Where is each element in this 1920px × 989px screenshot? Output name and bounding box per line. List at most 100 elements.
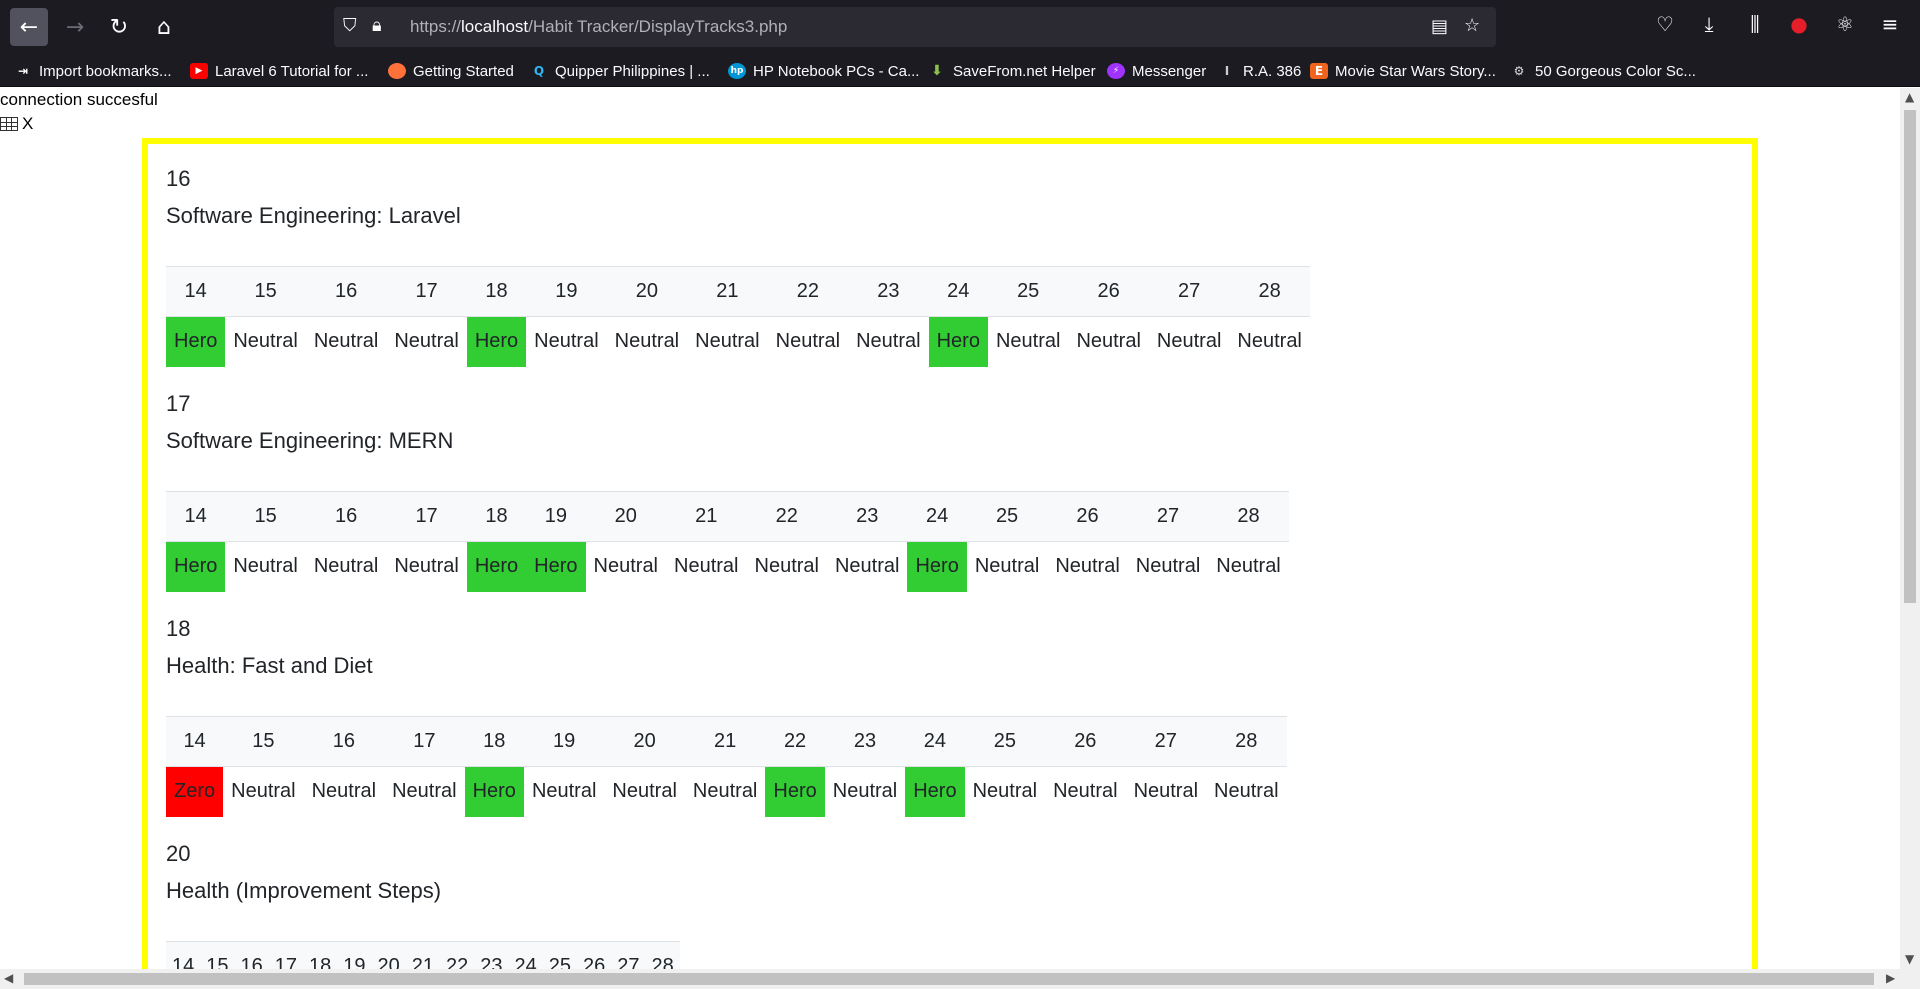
day-header: 25 bbox=[987, 266, 1069, 317]
habit-id: 18 bbox=[166, 616, 191, 641]
bookmark-quipper[interactable]: Q Quipper Philippines | ... bbox=[530, 60, 710, 82]
status-cell: Neutral bbox=[695, 330, 760, 353]
day-header: 17 bbox=[386, 266, 467, 317]
reload-icon[interactable]: ↻ bbox=[100, 8, 138, 46]
day-header: 23 bbox=[474, 941, 509, 969]
day-header: 20 bbox=[604, 716, 685, 767]
status-cell: Hero bbox=[905, 766, 965, 817]
day-header: 27 bbox=[1127, 491, 1209, 542]
day-header: 23 bbox=[848, 266, 929, 317]
day-header: 23 bbox=[826, 491, 908, 542]
bookmark-laravel[interactable]: ▶ Laravel 6 Tutorial for ... bbox=[190, 60, 368, 82]
bookmark-savefrom[interactable]: ⬇ SaveFrom.net Helper bbox=[928, 60, 1095, 82]
day-header: 26 bbox=[1045, 716, 1126, 767]
day-header: 14 bbox=[166, 266, 226, 317]
day-header: 19 bbox=[526, 491, 586, 542]
vertical-scroll-thumb[interactable] bbox=[1904, 110, 1916, 603]
bookmark-label: HP Notebook PCs - Ca... bbox=[753, 62, 920, 80]
day-header: 15 bbox=[225, 491, 306, 542]
table-link-label: X bbox=[22, 114, 34, 133]
reader-view-icon[interactable]: ▤ bbox=[1431, 16, 1448, 37]
status-cell: Neutral bbox=[1214, 780, 1279, 803]
day-header: 25 bbox=[964, 716, 1046, 767]
day-header: 22 bbox=[746, 491, 827, 542]
status-cell: Neutral bbox=[233, 330, 298, 353]
day-header: 14 bbox=[166, 941, 201, 969]
lock-icon[interactable]: 🔒︎ bbox=[372, 15, 382, 36]
text-cursor-icon: I bbox=[1224, 64, 1230, 78]
forward-icon[interactable]: → bbox=[56, 8, 94, 46]
day-header-row: 14 15 16 17 18 19 20 21 22 23 24 25 26 27 28 bbox=[166, 716, 1287, 767]
day-header: 17 bbox=[268, 941, 303, 969]
day-header: 21 bbox=[684, 716, 766, 767]
address-bar[interactable]: ⛉ 🔒︎ https://localhost/Habit Tracker/Dis… bbox=[334, 7, 1496, 47]
status-cell: Neutral bbox=[394, 555, 459, 578]
day-header: 19 bbox=[337, 941, 372, 969]
tracks-container: 16 Software Engineering: Laravel 14 15 16 17 1… bbox=[142, 138, 1758, 969]
day-header: 25 bbox=[966, 491, 1048, 542]
day-header: 24 bbox=[928, 266, 988, 317]
url-text[interactable]: https://localhost/Habit Tracker/DisplayT… bbox=[410, 17, 787, 37]
bookmark-messenger[interactable]: ⚡ Messenger bbox=[1107, 60, 1206, 82]
day-header: 18 bbox=[303, 941, 338, 969]
bookmark-star-icon[interactable]: ☆ bbox=[1464, 15, 1480, 36]
day-header: 24 bbox=[907, 491, 967, 542]
scroll-up-icon[interactable]: ▲ bbox=[1905, 90, 1914, 104]
firefox-icon bbox=[388, 63, 406, 79]
downloads-icon[interactable]: ⤓ bbox=[1694, 12, 1724, 36]
page-content: connection succesful X 16 Software Engine… bbox=[0, 88, 1900, 969]
habit-section: 20 Health (Improvement Steps) 14 15 16 17 18 19… bbox=[166, 841, 1586, 969]
day-header: 17 bbox=[384, 716, 465, 767]
scroll-down-icon[interactable]: ▼ bbox=[1905, 952, 1914, 966]
library-icon[interactable]: ⫼ bbox=[1740, 12, 1770, 36]
day-header: 23 bbox=[824, 716, 906, 767]
bookmark-starwars[interactable]: E Movie Star Wars Story... bbox=[1310, 60, 1496, 82]
bookmark-label: Import bookmarks... bbox=[39, 62, 172, 80]
status-cell: Neutral bbox=[754, 555, 819, 578]
pocket-icon[interactable]: ♡ bbox=[1650, 12, 1680, 36]
day-header: 16 bbox=[234, 941, 269, 969]
status-cell: Zero bbox=[166, 766, 224, 817]
bookmark-hp[interactable]: hp HP Notebook PCs - Ca... bbox=[728, 60, 919, 82]
status-cell: Neutral bbox=[1135, 555, 1201, 578]
habit-id: 17 bbox=[166, 391, 191, 416]
status-cell: Neutral bbox=[311, 780, 377, 803]
table-view-link[interactable]: X bbox=[0, 114, 33, 134]
status-cell: Neutral bbox=[313, 330, 379, 353]
table-icon bbox=[0, 117, 18, 131]
habit-track-table: 14 15 16 17 18 19 20 21 22 23 24 25 26 27 28 Hero Neutra… bbox=[166, 266, 1310, 367]
shield-icon[interactable]: ⛉ bbox=[343, 15, 357, 36]
day-header: 20 bbox=[371, 941, 406, 969]
etsy-icon: E bbox=[1310, 63, 1328, 79]
status-cell: Neutral bbox=[995, 330, 1061, 353]
day-header-row: 14 15 16 17 18 19 20 21 22 23 24 25 26 27 28 bbox=[166, 491, 1289, 542]
home-icon[interactable]: ⌂ bbox=[145, 8, 183, 46]
habit-name: Health: Fast and Diet bbox=[166, 653, 373, 678]
day-header: 20 bbox=[585, 491, 667, 542]
day-header: 21 bbox=[666, 491, 747, 542]
scroll-right-icon[interactable]: ▶ bbox=[1886, 971, 1895, 985]
status-cell: Hero bbox=[466, 316, 527, 367]
day-header: 24 bbox=[905, 716, 965, 767]
horizontal-scroll-thumb[interactable] bbox=[24, 973, 1874, 985]
status-cell: Neutral bbox=[531, 780, 597, 803]
back-icon[interactable]: ← bbox=[10, 8, 48, 46]
status-cell: Hero bbox=[464, 766, 524, 817]
menu-icon[interactable]: ≡ bbox=[1875, 12, 1905, 36]
bookmark-import[interactable]: ⇥ Import bookmarks... bbox=[14, 60, 172, 82]
scroll-left-icon[interactable]: ◀ bbox=[4, 971, 13, 985]
status-cell: Neutral bbox=[674, 555, 739, 578]
bookmark-colors[interactable]: ⚙ 50 Gorgeous Color Sc... bbox=[1510, 60, 1696, 82]
day-header: 28 bbox=[1208, 491, 1289, 542]
horizontal-scrollbar[interactable]: ◀ ▶ bbox=[0, 969, 1920, 989]
habit-section: 16 Software Engineering: Laravel 14 15 16 17 1… bbox=[166, 166, 1586, 367]
day-header: 15 bbox=[223, 716, 304, 767]
status-cell: Neutral bbox=[832, 780, 898, 803]
bookmark-ra386[interactable]: I R.A. 386 bbox=[1218, 60, 1302, 82]
bookmark-getting-started[interactable]: Getting Started bbox=[388, 60, 514, 82]
youtube-icon: ▶ bbox=[190, 63, 208, 79]
react-devtools-icon[interactable]: ⚛ bbox=[1830, 12, 1860, 36]
day-header: 24 bbox=[508, 941, 543, 969]
adblock-icon[interactable]: ● bbox=[1784, 12, 1814, 36]
vertical-scrollbar[interactable]: ▲ ▼ bbox=[1900, 88, 1920, 969]
